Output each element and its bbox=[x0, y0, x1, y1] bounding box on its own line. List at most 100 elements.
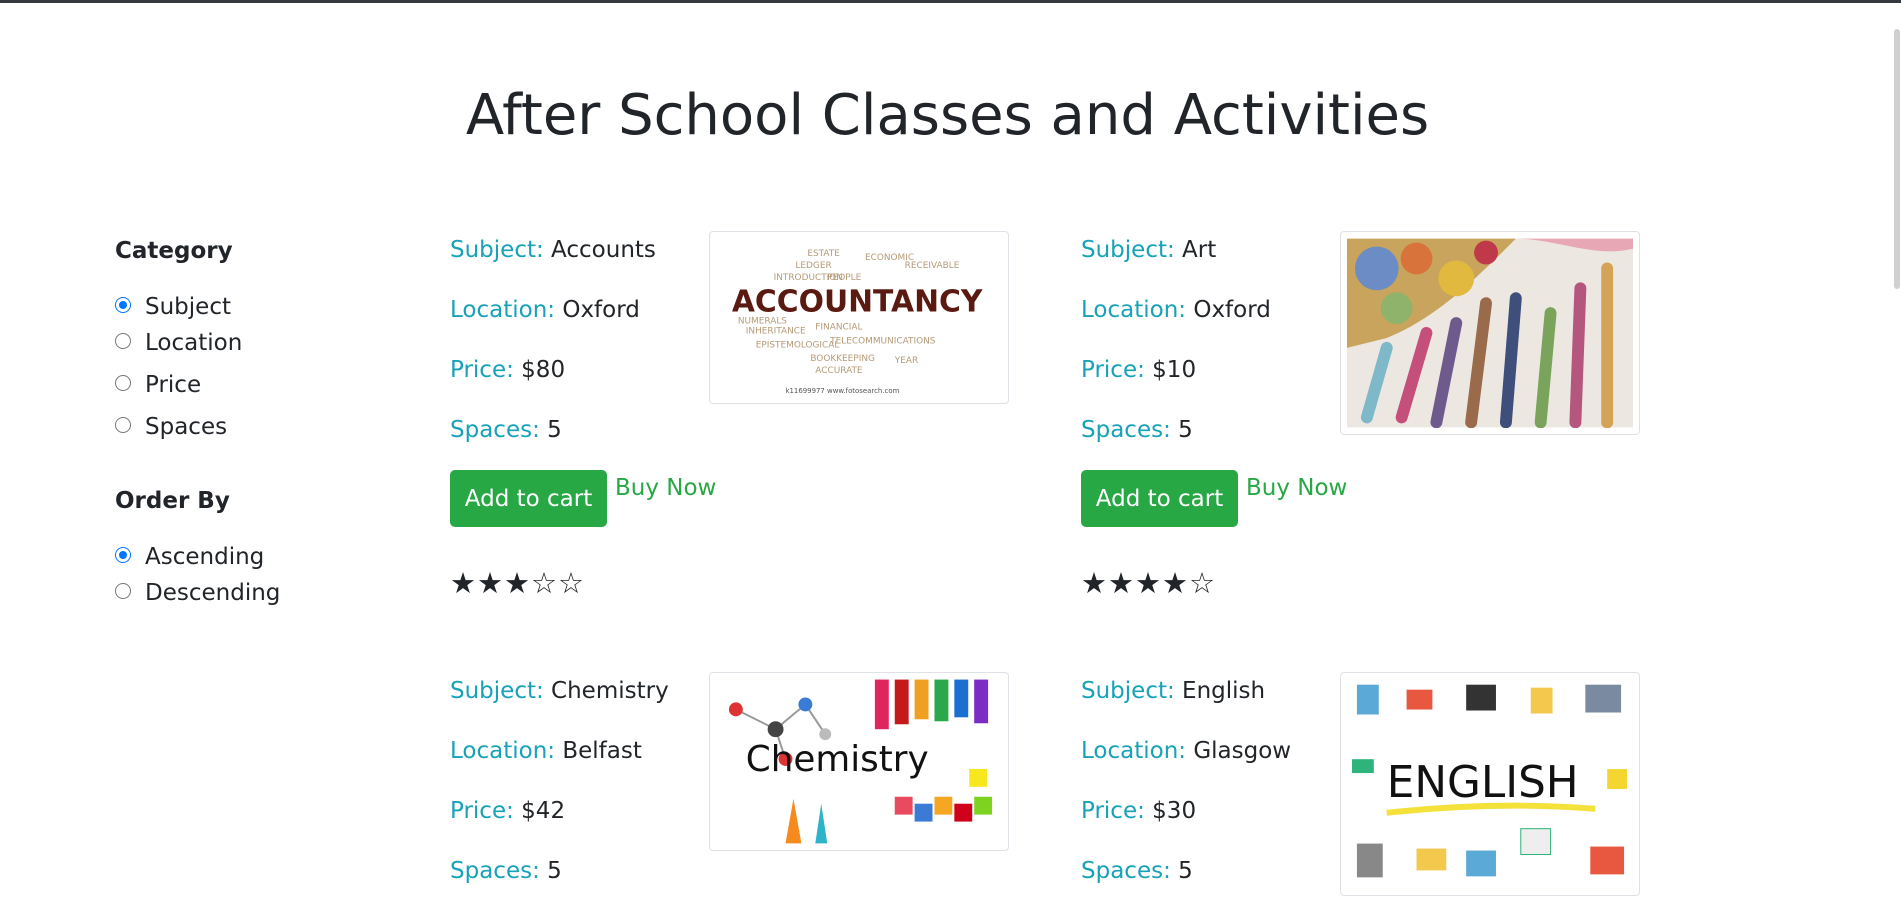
radio-location[interactable]: Location bbox=[115, 325, 395, 367]
lesson-card-chemistry: Subject: Chemistry Location: Belfast Pri… bbox=[450, 672, 1050, 912]
location-label: Location: bbox=[1081, 738, 1187, 764]
subject-value: Art bbox=[1182, 237, 1217, 263]
chemistry-illustration: Chemistry bbox=[716, 679, 1002, 844]
location-label: Location: bbox=[1081, 297, 1187, 323]
star-empty-icon: ☆ bbox=[558, 566, 584, 600]
buy-now-link[interactable]: Buy Now bbox=[615, 470, 716, 506]
lesson-image-chemistry: Chemistry bbox=[709, 672, 1009, 851]
spaces-field: Spaces: 5 bbox=[1081, 414, 1193, 446]
lesson-image-art bbox=[1340, 231, 1640, 435]
location-value: Oxford bbox=[562, 297, 640, 323]
paintbrushes-photo bbox=[1347, 238, 1633, 428]
spaces-label: Spaces: bbox=[450, 858, 540, 884]
location-value: Oxford bbox=[1193, 297, 1271, 323]
svg-text:RECEIVABLE: RECEIVABLE bbox=[905, 261, 960, 271]
star-filled-icon: ★ bbox=[1108, 566, 1134, 600]
svg-text:INHERITANCE: INHERITANCE bbox=[746, 326, 806, 336]
star-empty-icon: ☆ bbox=[531, 566, 557, 600]
image-caption: ENGLISH bbox=[1387, 757, 1579, 808]
lesson-card-english: Subject: English Location: Glasgow Price… bbox=[1081, 672, 1681, 912]
radio-subject[interactable]: Subject bbox=[115, 289, 395, 325]
star-filled-icon: ★ bbox=[1162, 566, 1188, 600]
add-to-cart-button[interactable]: Add to cart bbox=[450, 470, 607, 527]
price-field: Price: $80 bbox=[450, 354, 565, 386]
svg-text:PEOPLE: PEOPLE bbox=[827, 273, 861, 283]
price-label: Price: bbox=[450, 798, 514, 824]
star-filled-icon: ★ bbox=[477, 566, 503, 600]
rating-stars: ★★★☆☆ bbox=[450, 568, 585, 598]
spaces-value: 5 bbox=[547, 417, 562, 443]
lesson-card-accounts: Subject: Accounts Location: Oxford Price… bbox=[450, 231, 1050, 598]
lesson-image-accounts: ESTATE LEDGER ECONOMIC RECEIVABLE INTRODUCT… bbox=[709, 231, 1009, 404]
add-to-cart-button[interactable]: Add to cart bbox=[1081, 470, 1238, 527]
radio-spaces-button[interactable] bbox=[115, 417, 131, 433]
subject-value: Accounts bbox=[551, 237, 656, 263]
spaces-field: Spaces: 5 bbox=[450, 414, 562, 446]
category-heading: Category bbox=[115, 238, 233, 264]
spaces-label: Spaces: bbox=[1081, 858, 1171, 884]
top-border bbox=[0, 0, 1901, 3]
price-field: Price: $30 bbox=[1081, 795, 1196, 827]
radio-label[interactable]: Descending bbox=[145, 575, 280, 611]
subject-field: Subject: Chemistry bbox=[450, 675, 669, 707]
radio-label[interactable]: Ascending bbox=[145, 539, 264, 575]
rating-stars: ★★★★☆ bbox=[1081, 568, 1216, 598]
svg-text:ACCURATE: ACCURATE bbox=[815, 366, 863, 376]
radio-price-button[interactable] bbox=[115, 375, 131, 391]
location-field: Location: Oxford bbox=[450, 294, 640, 326]
price-value: $42 bbox=[521, 798, 566, 824]
star-filled-icon: ★ bbox=[504, 566, 530, 600]
page-title: After School Classes and Activities bbox=[465, 83, 1430, 148]
star-filled-icon: ★ bbox=[450, 566, 476, 600]
scrollbar-thumb[interactable] bbox=[1894, 29, 1900, 289]
spaces-value: 5 bbox=[547, 858, 562, 884]
svg-text:YEAR: YEAR bbox=[894, 356, 918, 366]
subject-field: Subject: Art bbox=[1081, 234, 1216, 266]
radio-spaces[interactable]: Spaces bbox=[115, 409, 395, 445]
image-caption: Chemistry bbox=[746, 739, 929, 780]
radio-label[interactable]: Spaces bbox=[145, 409, 227, 445]
subject-label: Subject: bbox=[1081, 678, 1175, 704]
radio-ascending-button[interactable] bbox=[115, 547, 131, 563]
lesson-card-art: Subject: Art Location: Oxford Price: $10… bbox=[1081, 231, 1681, 598]
location-field: Location: Glasgow bbox=[1081, 735, 1291, 767]
image-caption: ACCOUNTANCY bbox=[732, 285, 983, 320]
svg-text:LEDGER: LEDGER bbox=[795, 261, 831, 271]
price-value: $80 bbox=[521, 357, 566, 383]
location-field: Location: Oxford bbox=[1081, 294, 1271, 326]
spaces-label: Spaces: bbox=[1081, 417, 1171, 443]
order-heading: Order By bbox=[115, 488, 230, 514]
subject-field: Subject: Accounts bbox=[450, 234, 656, 266]
subject-field: Subject: English bbox=[1081, 675, 1265, 707]
radio-subject-button[interactable] bbox=[115, 297, 131, 313]
subject-value: English bbox=[1182, 678, 1266, 704]
price-label: Price: bbox=[1081, 357, 1145, 383]
price-value: $30 bbox=[1152, 798, 1197, 824]
radio-location-button[interactable] bbox=[115, 333, 131, 349]
svg-text:BOOKKEEPING: BOOKKEEPING bbox=[810, 354, 875, 364]
spaces-field: Spaces: 5 bbox=[450, 855, 562, 887]
location-value: Glasgow bbox=[1193, 738, 1292, 764]
radio-descending-button[interactable] bbox=[115, 583, 131, 599]
subject-label: Subject: bbox=[450, 678, 544, 704]
price-field: Price: $10 bbox=[1081, 354, 1196, 386]
svg-text:TELECOMMUNICATIONS: TELECOMMUNICATIONS bbox=[829, 336, 936, 346]
lesson-image-english: ENGLISH bbox=[1340, 672, 1640, 896]
radio-ascending[interactable]: Ascending bbox=[115, 539, 395, 575]
radio-descending[interactable]: Descending bbox=[115, 575, 395, 611]
accountancy-word-cloud: ESTATELEDGERECONOMIC RECEIVABLEINTRODUCT… bbox=[716, 238, 1002, 397]
location-label: Location: bbox=[450, 297, 556, 323]
radio-label[interactable]: Price bbox=[145, 367, 201, 403]
buy-now-link[interactable]: Buy Now bbox=[1246, 470, 1347, 506]
radio-label[interactable]: Subject bbox=[145, 289, 231, 325]
subject-value: Chemistry bbox=[551, 678, 669, 704]
spaces-field: Spaces: 5 bbox=[1081, 855, 1193, 887]
radio-label[interactable]: Location bbox=[145, 325, 242, 361]
star-filled-icon: ★ bbox=[1081, 566, 1107, 600]
location-field: Location: Belfast bbox=[450, 735, 642, 767]
radio-price[interactable]: Price bbox=[115, 367, 395, 409]
svg-text:k11699977 www.fotosearch.com: k11699977 www.fotosearch.com bbox=[786, 387, 900, 395]
location-value: Belfast bbox=[562, 738, 642, 764]
spaces-value: 5 bbox=[1178, 417, 1193, 443]
english-illustration: ENGLISH bbox=[1347, 679, 1633, 889]
